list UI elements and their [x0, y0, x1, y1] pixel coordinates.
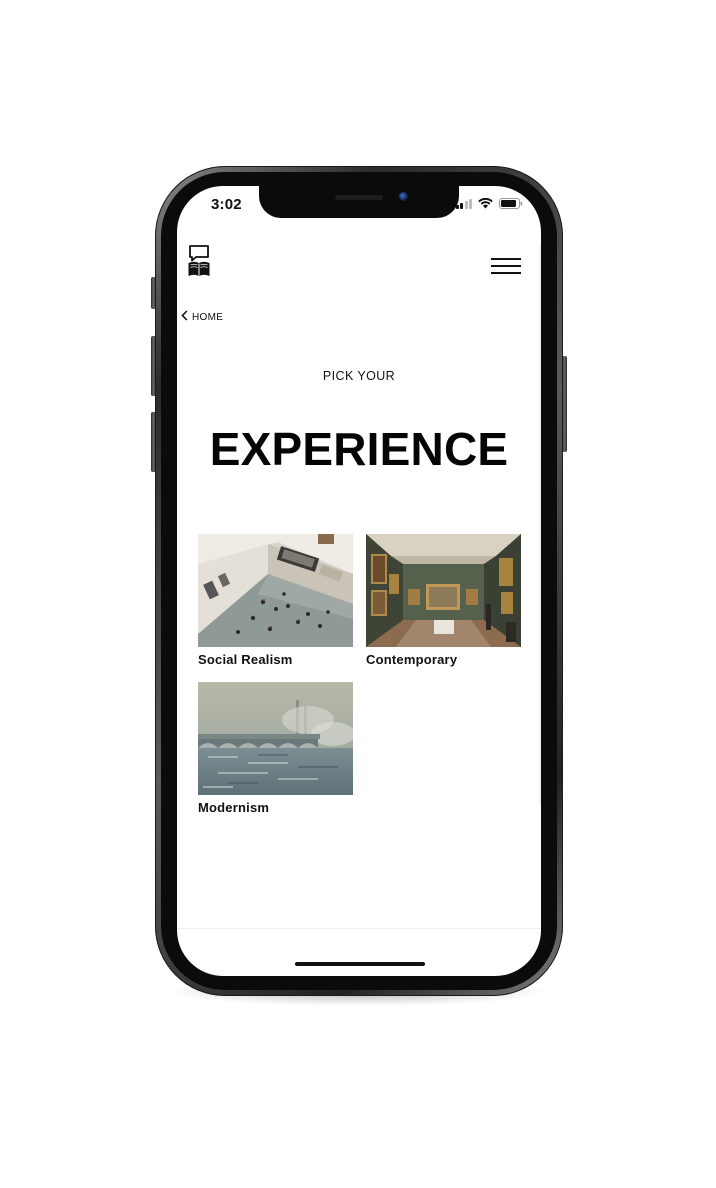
experience-card-modernism[interactable]: Modernism — [198, 682, 353, 815]
status-icons — [455, 198, 524, 209]
back-home-label: HOME — [192, 311, 224, 323]
museum-gallery-overhead-photo — [198, 534, 353, 647]
back-home-link[interactable]: HOME — [181, 310, 223, 324]
menu-line — [491, 265, 521, 267]
page-title: EXPERIENCE — [209, 423, 509, 475]
bottom-divider — [177, 928, 541, 929]
home-indicator[interactable] — [295, 962, 425, 966]
status-time: 3:02 — [211, 196, 242, 213]
notch — [259, 186, 459, 218]
experience-card-label: Modernism — [198, 800, 270, 815]
wifi-icon — [478, 198, 493, 209]
page-subtitle: PICK YOUR — [322, 369, 396, 383]
experience-card-contemporary[interactable]: Contemporary — [366, 534, 521, 667]
experience-card-social-realism[interactable]: Social Realism — [198, 534, 353, 667]
phone-frame: 3:02 HOME PICK YOUR EXPERIENCE Social Re… — [155, 166, 563, 996]
menu-line — [491, 258, 521, 260]
impressionist-bridge-painting — [198, 682, 353, 795]
classical-gallery-interior-photo — [366, 534, 521, 647]
chevron-left-icon — [181, 310, 188, 324]
experience-card-label: Contemporary — [366, 652, 458, 667]
app-screen: 3:02 HOME PICK YOUR EXPERIENCE Social Re… — [177, 186, 541, 976]
scrollbar[interactable] — [539, 246, 541, 806]
menu-line — [491, 272, 521, 274]
experience-card-label: Social Realism — [198, 652, 293, 667]
stage: 3:02 HOME PICK YOUR EXPERIENCE Social Re… — [0, 0, 716, 1188]
battery-icon — [499, 198, 523, 209]
hamburger-menu-icon[interactable] — [491, 258, 521, 274]
cellular-signal-icon — [455, 198, 472, 209]
front-camera — [399, 192, 408, 201]
book-speech-bubble-logo-icon[interactable] — [187, 244, 211, 278]
earpiece-speaker — [335, 195, 383, 200]
